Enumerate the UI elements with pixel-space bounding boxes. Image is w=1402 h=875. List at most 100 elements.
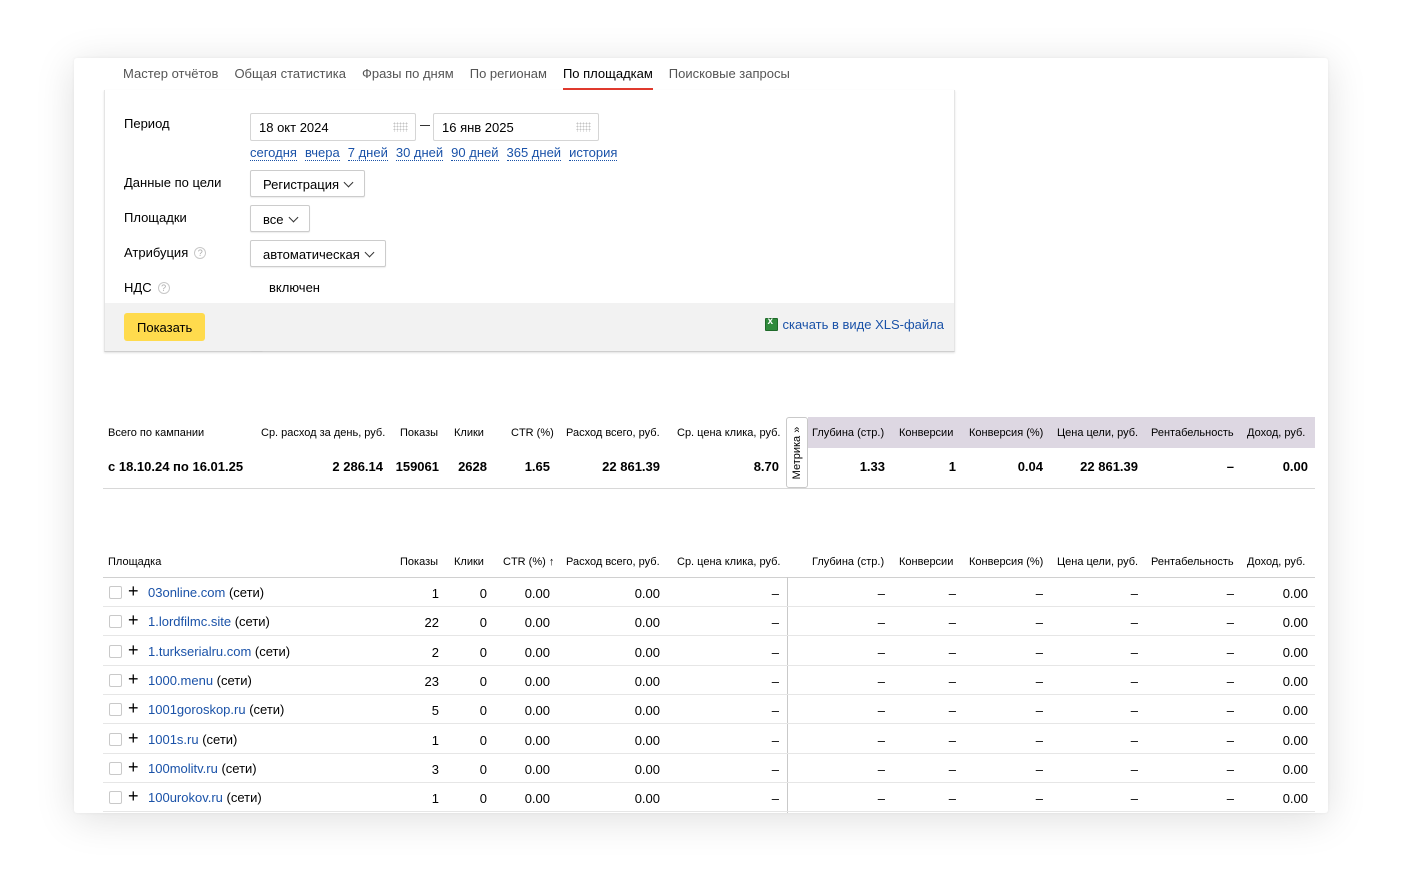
row-checkbox[interactable] xyxy=(109,703,122,717)
table-cell: 0.00 xyxy=(524,586,550,601)
table-cell: 0.00 xyxy=(1282,644,1308,660)
expand-plus-icon[interactable]: + xyxy=(128,610,139,630)
column-header[interactable]: Расход всего, руб. xyxy=(566,556,660,568)
site-link[interactable]: 1.turkserialru.com xyxy=(148,644,251,659)
quick-range-link[interactable]: сегодня xyxy=(250,146,297,161)
metrika-toggle-button[interactable]: Метрика » xyxy=(786,417,808,488)
table-cell: 0 xyxy=(479,791,487,807)
expand-plus-icon[interactable]: + xyxy=(128,581,139,601)
row-checkbox[interactable] xyxy=(109,791,122,805)
table-cell: 2 xyxy=(431,644,439,660)
table-cell: – xyxy=(1130,761,1138,777)
table-cell: – xyxy=(877,644,885,660)
expand-plus-icon[interactable]: + xyxy=(128,757,139,777)
column-header[interactable]: CTR (%) ↑ xyxy=(503,556,554,568)
site-cell: 1001s.ru (сети) xyxy=(148,732,237,747)
table-cell: 22 xyxy=(424,615,439,631)
column-header: Площадка xyxy=(108,556,162,568)
tab-4[interactable]: По площадкам xyxy=(562,58,653,90)
expand-plus-icon[interactable]: + xyxy=(128,698,139,718)
column-header[interactable]: Цена цели, руб. xyxy=(1057,556,1138,568)
site-link[interactable]: 1001s.ru xyxy=(148,732,199,747)
date-to-input[interactable]: 16 янв 2025 xyxy=(433,113,599,141)
summary-value: 1.65 xyxy=(524,459,550,474)
quick-range-link[interactable]: 30 дней xyxy=(395,146,444,161)
table-cell: – xyxy=(1226,644,1234,660)
date-from-input[interactable]: 18 окт 2024 xyxy=(250,113,416,141)
summary-value: 159061 xyxy=(395,459,439,474)
row-checkbox[interactable] xyxy=(109,586,122,599)
table-cell: – xyxy=(771,586,779,601)
attribution-select[interactable]: автоматическая xyxy=(250,240,386,267)
column-header[interactable]: Глубина (стр.) xyxy=(812,556,884,568)
site-link[interactable]: 1001goroskop.ru xyxy=(148,702,246,717)
site-link[interactable]: 1.lordfilmc.site xyxy=(148,614,231,629)
column-header[interactable]: Конверсия (%) xyxy=(969,556,1043,568)
site-link[interactable]: 100urokov.ru xyxy=(148,790,223,805)
calendar-icon[interactable] xyxy=(576,122,591,132)
goal-select[interactable]: Регистрация xyxy=(250,170,365,197)
expand-plus-icon[interactable]: + xyxy=(128,786,139,806)
table-cell: 0.00 xyxy=(1282,615,1308,631)
quick-range-link[interactable]: история xyxy=(569,146,618,161)
quick-range-link[interactable]: 7 дней xyxy=(347,146,388,161)
table-cell: – xyxy=(1035,615,1043,631)
sites-select[interactable]: все xyxy=(250,205,310,232)
site-link[interactable]: 03online.com xyxy=(148,585,225,600)
tab-3[interactable]: По регионам xyxy=(470,58,547,90)
tab-1[interactable]: Общая статистика xyxy=(234,58,346,90)
calendar-icon[interactable] xyxy=(393,122,408,132)
excel-icon xyxy=(764,316,778,331)
show-button[interactable]: Показать xyxy=(124,313,206,341)
column-header[interactable]: Показы xyxy=(400,556,438,568)
column-header[interactable]: Рентабельность xyxy=(1151,556,1234,568)
column-header[interactable]: Конверсии xyxy=(899,556,953,568)
tab-2[interactable]: Фразы по дням xyxy=(362,58,454,90)
vat-checkbox-label[interactable]: включен xyxy=(269,280,320,295)
help-icon[interactable]: ? xyxy=(157,282,170,294)
table-cell: 0.00 xyxy=(524,732,550,748)
download-xls-link[interactable]: скачать в виде XLS-файла xyxy=(764,316,944,332)
row-checkbox[interactable] xyxy=(109,761,122,775)
quick-range-link[interactable]: 90 дней xyxy=(451,146,499,161)
table-cell: – xyxy=(1226,732,1234,748)
summary-value: 0.00 xyxy=(1282,459,1308,474)
site-link[interactable]: 100molitv.ru xyxy=(148,761,218,776)
summary-value: 1 xyxy=(948,459,956,474)
row-checkbox[interactable] xyxy=(109,732,122,746)
column-header[interactable]: Доход, руб. xyxy=(1247,556,1305,568)
expand-plus-icon[interactable]: + xyxy=(128,640,139,660)
table-cell: 0.00 xyxy=(1282,732,1308,748)
row-checkbox[interactable] xyxy=(109,644,122,658)
help-icon[interactable]: ? xyxy=(194,247,207,259)
table-cell: 0.00 xyxy=(634,703,660,719)
quick-range-link[interactable]: 365 дней xyxy=(506,146,562,161)
table-cell: – xyxy=(771,761,779,777)
tab-5[interactable]: Поисковые запросы xyxy=(669,58,790,90)
table-cell: 0.00 xyxy=(524,761,550,777)
tab-0[interactable]: Мастер отчётов xyxy=(123,58,218,90)
site-type-suffix: (сети) xyxy=(222,790,262,806)
summary-column-header: Доход, руб. xyxy=(1247,427,1306,439)
table-cell: 0 xyxy=(479,644,487,660)
column-header[interactable]: Клики xyxy=(454,556,484,568)
quick-range-link[interactable]: вчера xyxy=(304,146,340,161)
table-cell: 0.00 xyxy=(1282,673,1308,689)
vat-label-text: НДС xyxy=(124,280,152,295)
table-cell: – xyxy=(1035,644,1043,660)
site-type-suffix: (сети) xyxy=(231,614,270,630)
table-cell: – xyxy=(877,615,885,631)
summary-period: с 18.10.24 по 16.01.25 xyxy=(108,459,244,474)
quick-range-links: сегодня вчера 7 дней 30 дней 90 дней 365 дней… xyxy=(250,146,618,161)
site-link[interactable]: 1000.menu xyxy=(148,673,213,688)
row-checkbox[interactable] xyxy=(109,615,122,629)
expand-plus-icon[interactable]: + xyxy=(128,728,139,748)
row-checkbox[interactable] xyxy=(109,673,122,687)
chevron-down-icon xyxy=(288,212,298,223)
table-cell: – xyxy=(948,586,956,601)
column-header[interactable]: Ср. цена клика, руб. xyxy=(677,556,780,568)
site-cell: 1001goroskop.ru (сети) xyxy=(148,702,284,717)
table-cell: 0.00 xyxy=(524,644,550,660)
expand-plus-icon[interactable]: + xyxy=(128,669,139,689)
table-cell: 0.00 xyxy=(524,791,550,807)
